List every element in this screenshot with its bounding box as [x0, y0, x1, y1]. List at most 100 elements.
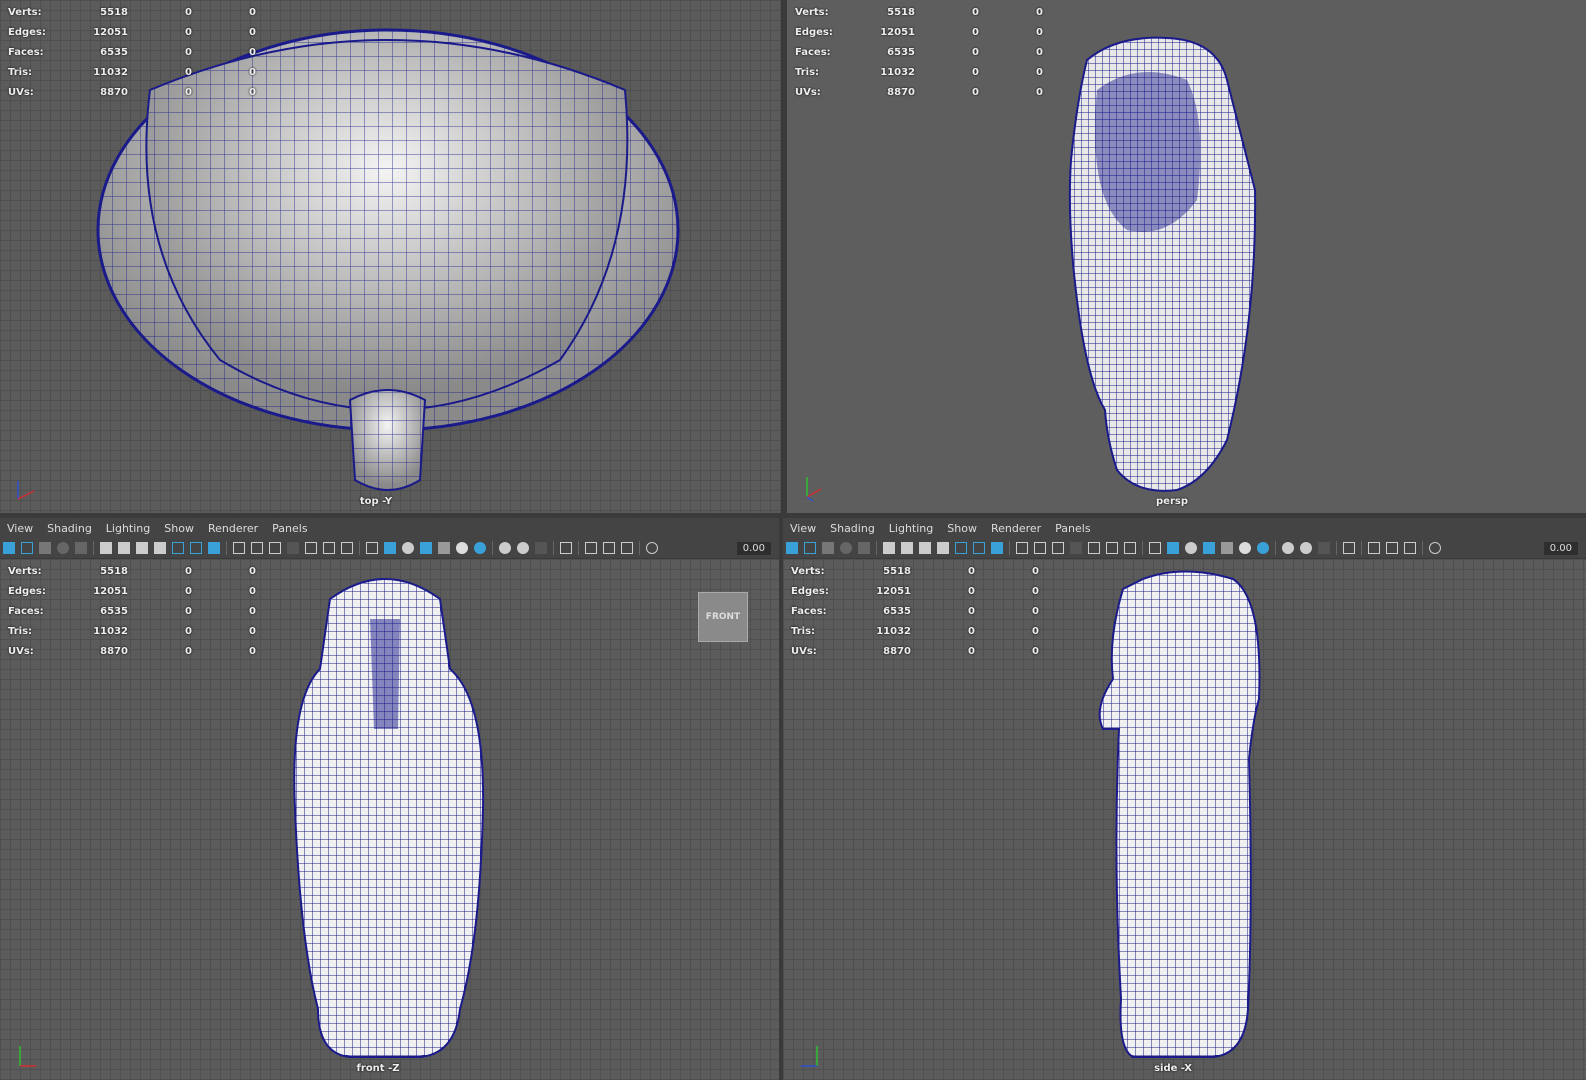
viewport-top[interactable]: Verts: 5518 0 0 Edges: 12051 0 0 Faces: 6535 0 0 …: [0, 0, 781, 513]
camera-label: top -Y: [359, 496, 393, 507]
menu-panels[interactable]: Panels: [1048, 522, 1097, 535]
bookmark-flag-icon[interactable]: [937, 542, 949, 554]
menu-show[interactable]: Show: [157, 522, 201, 535]
camera-attributes-icon[interactable]: [21, 542, 33, 554]
viewport-persp[interactable]: Verts: 5518 0 0 Edges: 12051 0 0 Faces: 6535 0 0 …: [787, 0, 1586, 513]
film-gate-toggle-icon[interactable]: [251, 542, 263, 554]
bookmark-icon[interactable]: [39, 542, 51, 554]
xray-joints-icon[interactable]: [1386, 542, 1398, 554]
image-plane-icon[interactable]: [840, 542, 852, 554]
exposure-icon[interactable]: [646, 542, 658, 554]
2d-pan-icon[interactable]: [858, 542, 870, 554]
select-camera-icon[interactable]: [786, 542, 798, 554]
lights-icon[interactable]: [1239, 542, 1251, 554]
menu-renderer[interactable]: Renderer: [984, 522, 1048, 535]
anti-aliasing-icon[interactable]: [1318, 542, 1330, 554]
smooth-shade-icon[interactable]: [1167, 542, 1179, 554]
menu-view[interactable]: View: [783, 522, 823, 535]
menu-lighting[interactable]: Lighting: [882, 522, 940, 535]
xray-icon[interactable]: [1368, 542, 1380, 554]
backface-culling-icon[interactable]: [1404, 542, 1416, 554]
screen-space-ao-icon[interactable]: [499, 542, 511, 554]
menu-shading[interactable]: Shading: [823, 522, 882, 535]
grid-icon[interactable]: [233, 542, 245, 554]
wireframe-icon[interactable]: [1149, 542, 1161, 554]
view-cube[interactable]: FRONT: [698, 592, 748, 642]
screen-space-ao-icon[interactable]: [1282, 542, 1294, 554]
default-material-icon[interactable]: [402, 542, 414, 554]
field-chart-icon[interactable]: [305, 542, 317, 554]
camera-icon[interactable]: [100, 542, 112, 554]
gate-mask-icon[interactable]: [287, 542, 299, 554]
menu-renderer[interactable]: Renderer: [201, 522, 265, 535]
film-gate-icon[interactable]: [919, 542, 931, 554]
menu-shading[interactable]: Shading: [40, 522, 99, 535]
poly-count-hud: Verts: 5518 0 0 Edges: 12051 0 0 Faces: 6535 0 0 …: [8, 565, 256, 657]
default-material-icon[interactable]: [1185, 542, 1197, 554]
camera-label: front -Z: [356, 1063, 400, 1074]
axis-gizmo: [19, 1046, 36, 1067]
xray-joints-icon[interactable]: [603, 542, 615, 554]
isolate-select-icon[interactable]: [560, 542, 572, 554]
textured-icon[interactable]: [438, 542, 450, 554]
camera-attributes-icon[interactable]: [804, 542, 816, 554]
panel-menubar-right: View Shading Lighting Show Renderer Pane…: [783, 518, 1586, 538]
image-plane-icon[interactable]: [57, 542, 69, 554]
film-gate-toggle-icon[interactable]: [1034, 542, 1046, 554]
menu-view[interactable]: View: [0, 522, 40, 535]
wireframe-icon[interactable]: [366, 542, 378, 554]
2d-pan-icon[interactable]: [75, 542, 87, 554]
field-chart-icon[interactable]: [1088, 542, 1100, 554]
grease-pencil-icon[interactable]: [901, 542, 913, 554]
shadows-icon[interactable]: [474, 542, 486, 554]
poly-count-hud: Verts: 5518 0 0 Edges: 12051 0 0 Faces: 6535 0 0 …: [791, 565, 1039, 657]
pan-zoom-icon[interactable]: [172, 542, 184, 554]
wireframe-on-shaded-icon[interactable]: [1203, 542, 1215, 554]
viewport-front[interactable]: Verts: 5518 0 0 Edges: 12051 0 0 Faces: 6535 0 0 …: [0, 559, 779, 1080]
exposure-icon[interactable]: [1429, 542, 1441, 554]
resolution-gate-icon[interactable]: [269, 542, 281, 554]
shadows-icon[interactable]: [1257, 542, 1269, 554]
lights-icon[interactable]: [456, 542, 468, 554]
grease-pencil-icon[interactable]: [118, 542, 130, 554]
camera-label: side -X: [1154, 1063, 1192, 1074]
textured-icon[interactable]: [1221, 542, 1233, 554]
select-camera-icon[interactable]: [3, 542, 15, 554]
pencil-icon[interactable]: [991, 542, 1003, 554]
film-gate-icon[interactable]: [136, 542, 148, 554]
pan-zoom-icon[interactable]: [955, 542, 967, 554]
menu-show[interactable]: Show: [940, 522, 984, 535]
pencil-icon[interactable]: [208, 542, 220, 554]
safe-action-icon[interactable]: [1106, 542, 1118, 554]
safe-title-icon[interactable]: [341, 542, 353, 554]
resolution-gate-icon[interactable]: [1052, 542, 1064, 554]
backface-culling-icon[interactable]: [621, 542, 633, 554]
axis-gizmo: [806, 477, 822, 502]
wireframe-on-shaded-icon[interactable]: [420, 542, 432, 554]
exposure-field[interactable]: 0.00: [1543, 541, 1578, 555]
anti-aliasing-icon[interactable]: [535, 542, 547, 554]
bookmark-flag-icon[interactable]: [154, 542, 166, 554]
motion-blur-icon[interactable]: [517, 542, 529, 554]
axis-gizmo: [801, 1046, 818, 1067]
grid-icon[interactable]: [1016, 542, 1028, 554]
manipulator-icon[interactable]: [973, 542, 985, 554]
panel-toolbar-right: 0.00: [783, 538, 1586, 558]
safe-action-icon[interactable]: [323, 542, 335, 554]
menu-panels[interactable]: Panels: [265, 522, 314, 535]
menu-lighting[interactable]: Lighting: [99, 522, 157, 535]
panel-toolbar-left: 0.00: [0, 538, 779, 558]
isolate-select-icon[interactable]: [1343, 542, 1355, 554]
smooth-shade-icon[interactable]: [384, 542, 396, 554]
exposure-field[interactable]: 0.00: [736, 541, 771, 555]
viewport-side[interactable]: Verts: 5518 0 0 Edges: 12051 0 0 Faces: 6535 0 0 …: [783, 559, 1586, 1080]
safe-title-icon[interactable]: [1124, 542, 1136, 554]
manipulator-icon[interactable]: [190, 542, 202, 554]
poly-count-hud: Verts: 5518 0 0 Edges: 12051 0 0 Faces: 6535 0 0 …: [8, 6, 256, 98]
bookmark-icon[interactable]: [822, 542, 834, 554]
xray-icon[interactable]: [585, 542, 597, 554]
poly-count-hud: Verts: 5518 0 0 Edges: 12051 0 0 Faces: 6535 0 0 …: [795, 6, 1043, 98]
camera-icon[interactable]: [883, 542, 895, 554]
gate-mask-icon[interactable]: [1070, 542, 1082, 554]
motion-blur-icon[interactable]: [1300, 542, 1312, 554]
